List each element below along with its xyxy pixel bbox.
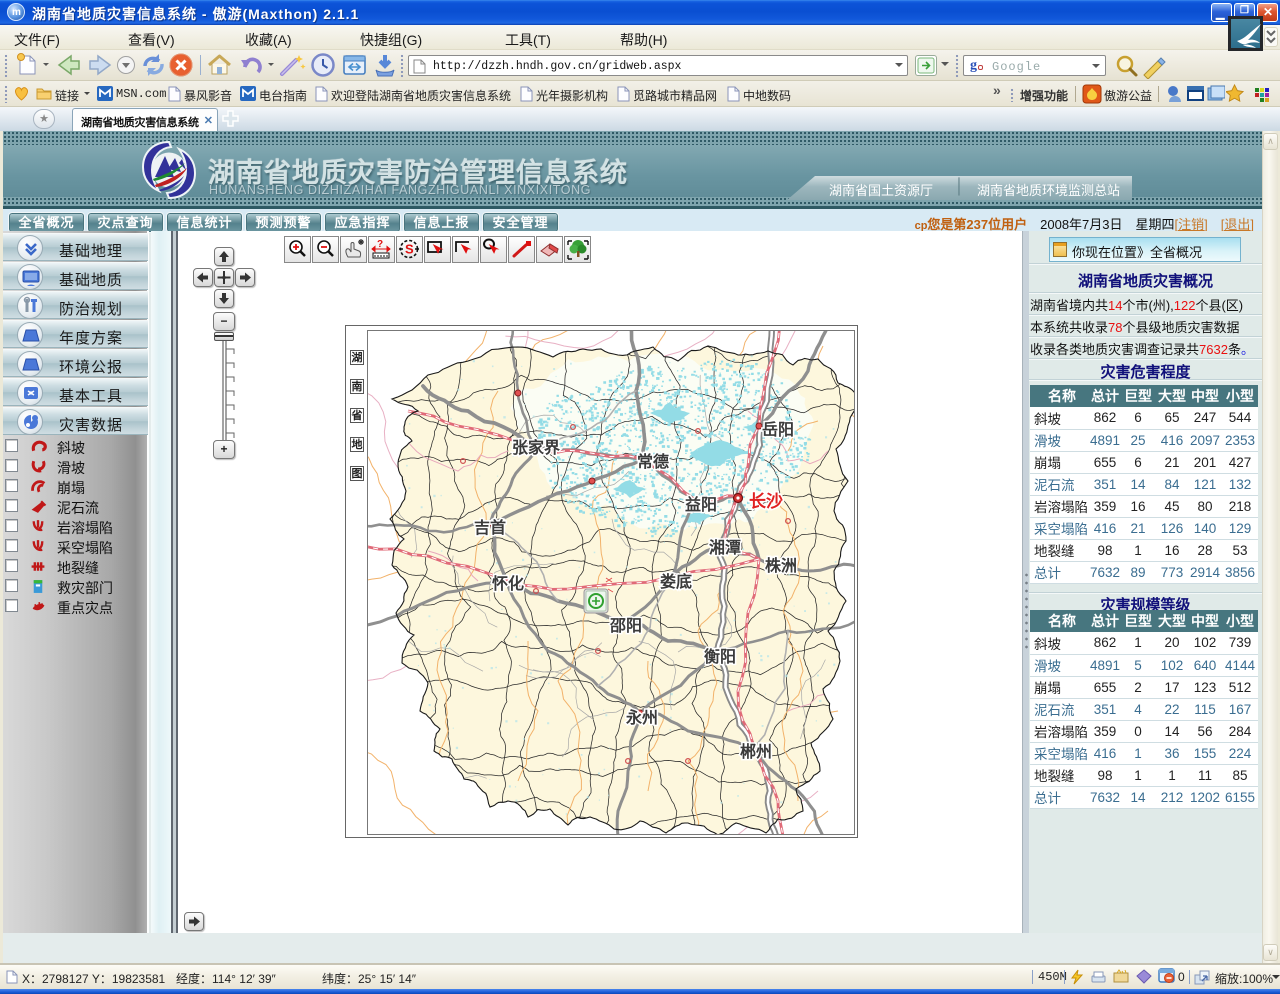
svg-text:怀化: 怀化	[492, 574, 524, 593]
svg-text:益阳: 益阳	[685, 495, 717, 514]
svg-text:衡阳: 衡阳	[704, 647, 736, 666]
svg-text:邵阳: 邵阳	[609, 617, 642, 635]
svg-text:吉首: 吉首	[474, 518, 506, 537]
svg-text:?: ?	[377, 239, 383, 250]
svg-text:S: S	[405, 242, 414, 257]
svg-text:常德: 常德	[637, 452, 669, 471]
svg-text:张家界: 张家界	[512, 438, 560, 457]
svg-text:湘潭: 湘潭	[709, 538, 741, 557]
svg-text:岳阳: 岳阳	[762, 420, 794, 439]
svg-text:娄底: 娄底	[660, 572, 692, 591]
svg-text:永州: 永州	[625, 708, 658, 727]
svg-text:郴州: 郴州	[740, 742, 772, 761]
svg-text:长沙: 长沙	[749, 491, 783, 511]
svg-text:株洲: 株洲	[765, 556, 797, 575]
